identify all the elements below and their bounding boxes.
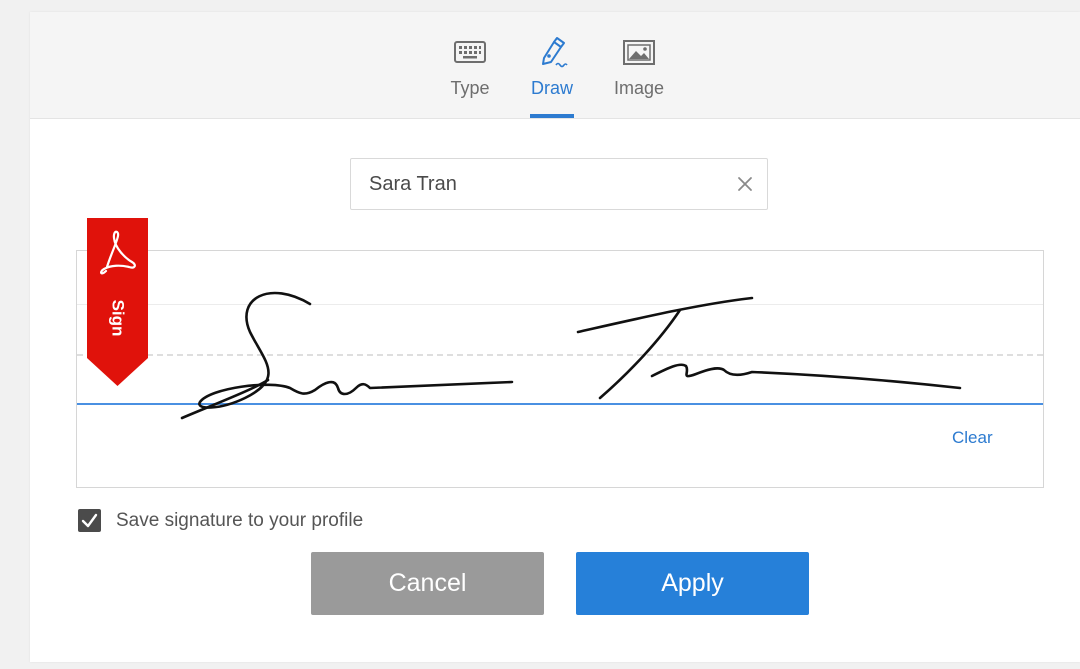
tab-type-label: Type [450,78,490,98]
tab-draw[interactable]: Draw [530,34,574,118]
tab-draw-label: Draw [530,78,573,98]
signature-mode-tabs: Type Draw Image [30,12,1080,119]
save-signature-label: Save signature to your profile [116,510,364,531]
apply-button[interactable]: Apply [576,552,809,615]
tab-type[interactable]: Type [448,34,492,118]
tab-image-label: Image [613,78,665,98]
signer-name-field [350,158,768,210]
tab-image[interactable]: Image [612,34,666,118]
active-tab-indicator [530,114,574,118]
sign-flag-label: Sign [108,299,128,337]
checkmark-icon [81,513,98,528]
close-icon[interactable] [735,174,755,194]
keyboard-icon [454,41,486,63]
signer-name-input[interactable] [369,159,729,209]
image-icon [623,40,655,65]
pen-icon [542,37,568,68]
drawn-signature [180,291,962,420]
cancel-button[interactable]: Cancel [311,552,544,615]
save-signature-checkbox[interactable] [78,509,101,532]
clear-signature-link[interactable]: Clear [952,428,993,448]
